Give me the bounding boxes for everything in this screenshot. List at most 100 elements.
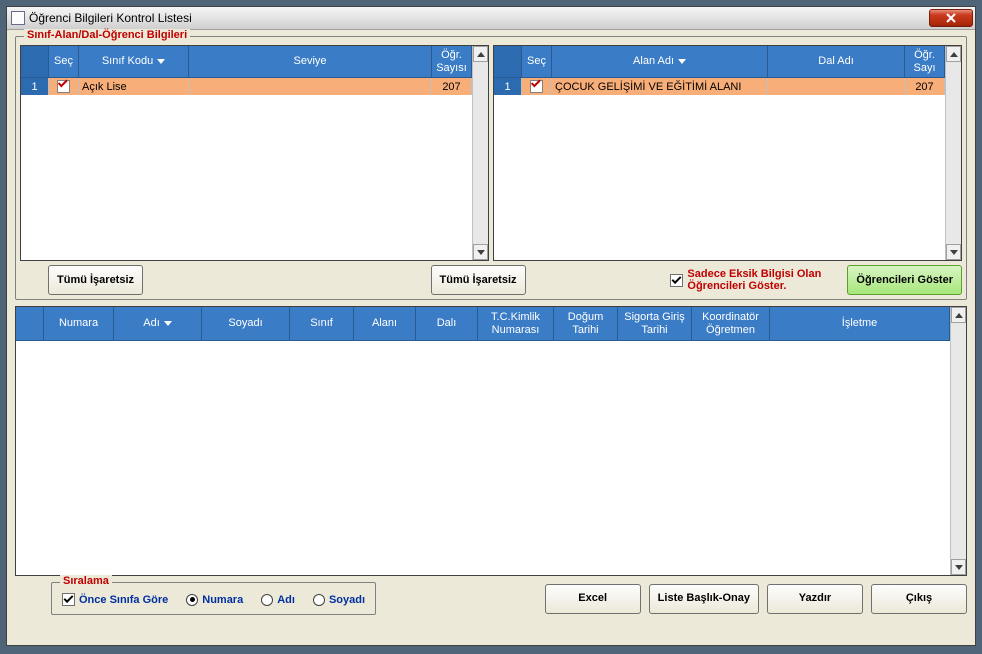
cell-sinif-kodu: Açık Lise xyxy=(79,78,189,95)
sort-soyadi-label: Soyadı xyxy=(329,594,365,606)
cell-rownum: 1 xyxy=(494,78,522,95)
col-koordinator[interactable]: Koordinatör Öğretmen xyxy=(692,307,770,341)
col-numara[interactable]: Numara xyxy=(44,307,114,341)
cell-sec[interactable] xyxy=(522,78,552,95)
scroll-track[interactable] xyxy=(951,323,966,559)
sinif-grid-body: 1 Açık Lise 207 xyxy=(21,78,472,260)
scrollbar[interactable] xyxy=(945,46,961,260)
alan-grid-body: 1 ÇOCUK GELİŞİMİ VE EĞİTİMİ ALANI 207 xyxy=(494,78,945,260)
radio-icon xyxy=(313,594,325,606)
check-icon xyxy=(57,80,70,93)
tumu-isaretsiz-right-button[interactable]: Tümü İşaretsiz xyxy=(431,265,526,295)
cell-alan: ÇOCUK GELİŞİMİ VE EĞİTİMİ ALANI xyxy=(552,78,768,95)
tumu-isaretsiz-left-button[interactable]: Tümü İşaretsiz xyxy=(48,265,143,295)
col-dogum-tarihi[interactable]: Doğum Tarihi xyxy=(554,307,618,341)
sort-numara-label: Numara xyxy=(202,594,243,606)
window-title: Öğrenci Bilgileri Kontrol Listesi xyxy=(29,11,929,25)
col-sinif[interactable]: Sınıf xyxy=(290,307,354,341)
col-tc-kimlik[interactable]: T.C.Kimlik Numarası xyxy=(478,307,554,341)
col-seviye[interactable]: Seviye xyxy=(189,46,432,78)
sort-indicator-icon xyxy=(678,59,686,64)
scroll-up-button[interactable] xyxy=(951,307,966,323)
chevron-down-icon xyxy=(955,565,963,570)
sort-numara-radio[interactable]: Numara xyxy=(186,594,243,606)
student-grid[interactable]: Numara Adı Soyadı Sınıf Alanı Dalı T.C.K… xyxy=(15,306,967,576)
scroll-track[interactable] xyxy=(946,62,961,244)
sort-group: Sıralama Önce Sınıfa Göre Numara Adı Soy… xyxy=(51,582,376,615)
window-body: Sınıf-Alan/Dal-Öğrenci Bilgileri Seç Sın… xyxy=(7,30,975,645)
sinif-grid-header: Seç Sınıf Kodu Seviye Öğr. Sayısı xyxy=(21,46,472,78)
col-sec[interactable]: Seç xyxy=(522,46,552,78)
scroll-track[interactable] xyxy=(473,62,488,244)
table-row[interactable]: 1 ÇOCUK GELİŞİMİ VE EĞİTİMİ ALANI 207 xyxy=(494,78,945,95)
filter-missing-checkbox[interactable]: Sadece Eksik Bilgisi Olan Öğrencileri Gö… xyxy=(670,268,847,292)
cell-sayi: 207 xyxy=(432,78,472,95)
col-alani[interactable]: Alanı xyxy=(354,307,416,341)
checkbox-icon xyxy=(62,593,75,606)
sort-indicator-icon xyxy=(157,59,165,64)
col-ogr-sayi[interactable]: Öğr. Sayı xyxy=(905,46,945,78)
col-sigorta-tarihi[interactable]: Sigorta Giriş Tarihi xyxy=(618,307,692,341)
app-window: Öğrenci Bilgileri Kontrol Listesi Sınıf-… xyxy=(6,6,976,646)
alan-grid-header: Seç Alan Adı Dal Adı Öğr. Sayı xyxy=(494,46,945,78)
check-icon xyxy=(530,80,543,93)
col-ogr-sayisi[interactable]: Öğr. Sayısı xyxy=(432,46,472,78)
scroll-down-button[interactable] xyxy=(473,244,488,260)
cell-sec[interactable] xyxy=(49,78,79,95)
alan-grid[interactable]: Seç Alan Adı Dal Adı Öğr. Sayı 1 ÇOCUK G… xyxy=(493,45,962,261)
sinif-grid[interactable]: Seç Sınıf Kodu Seviye Öğr. Sayısı 1 Açık… xyxy=(20,45,489,261)
col-sinif-kodu[interactable]: Sınıf Kodu xyxy=(79,46,189,78)
sort-soyadi-radio[interactable]: Soyadı xyxy=(313,594,365,606)
once-sinifa-checkbox[interactable]: Önce Sınıfa Göre xyxy=(62,593,168,606)
chevron-down-icon xyxy=(477,250,485,255)
ogrencileri-goster-button[interactable]: Öğrencileri Göster xyxy=(847,265,962,295)
student-grid-header: Numara Adı Soyadı Sınıf Alanı Dalı T.C.K… xyxy=(16,307,950,341)
chevron-up-icon xyxy=(950,52,958,57)
col-isletme[interactable]: İşletme xyxy=(770,307,950,341)
sort-adi-radio[interactable]: Adı xyxy=(261,594,295,606)
app-icon xyxy=(11,11,25,25)
sort-adi-label: Adı xyxy=(277,594,295,606)
filter-missing-label: Sadece Eksik Bilgisi Olan Öğrencileri Gö… xyxy=(687,268,847,292)
scroll-up-button[interactable] xyxy=(946,46,961,62)
titlebar[interactable]: Öğrenci Bilgileri Kontrol Listesi xyxy=(7,7,975,30)
top-group-label: Sınıf-Alan/Dal-Öğrenci Bilgileri xyxy=(24,29,190,41)
scroll-down-button[interactable] xyxy=(951,559,966,575)
cell-sayi: 207 xyxy=(905,78,945,95)
cell-seviye xyxy=(189,78,432,95)
radio-icon xyxy=(186,594,198,606)
top-group: Sınıf-Alan/Dal-Öğrenci Bilgileri Seç Sın… xyxy=(15,36,967,300)
cell-dal xyxy=(768,78,905,95)
col-adi[interactable]: Adı xyxy=(114,307,202,341)
bottom-bar: Sıralama Önce Sınıfa Göre Numara Adı Soy… xyxy=(15,582,967,615)
col-dal-adi[interactable]: Dal Adı xyxy=(768,46,905,78)
col-rownum[interactable] xyxy=(494,46,522,78)
sort-indicator-icon xyxy=(164,321,172,326)
sort-group-label: Sıralama xyxy=(60,575,112,587)
close-icon xyxy=(945,13,957,23)
col-alan-adi[interactable]: Alan Adı xyxy=(552,46,768,78)
once-sinifa-label: Önce Sınıfa Göre xyxy=(79,594,168,606)
table-row[interactable]: 1 Açık Lise 207 xyxy=(21,78,472,95)
chevron-down-icon xyxy=(950,250,958,255)
yazdir-button[interactable]: Yazdır xyxy=(767,584,863,614)
chevron-up-icon xyxy=(955,313,963,318)
cell-rownum: 1 xyxy=(21,78,49,95)
student-grid-body xyxy=(16,341,950,575)
scrollbar[interactable] xyxy=(472,46,488,260)
liste-baslik-onay-button[interactable]: Liste Başlık-Onay xyxy=(649,584,759,614)
scroll-up-button[interactable] xyxy=(473,46,488,62)
scroll-down-button[interactable] xyxy=(946,244,961,260)
close-button[interactable] xyxy=(929,9,973,27)
chevron-up-icon xyxy=(477,52,485,57)
col-soyadi[interactable]: Soyadı xyxy=(202,307,290,341)
cikis-button[interactable]: Çıkış xyxy=(871,584,967,614)
col-sec[interactable]: Seç xyxy=(49,46,79,78)
excel-button[interactable]: Excel xyxy=(545,584,641,614)
col-rownum[interactable] xyxy=(16,307,44,341)
checkbox-icon xyxy=(670,274,683,287)
col-rownum[interactable] xyxy=(21,46,49,78)
scrollbar[interactable] xyxy=(950,307,966,575)
radio-icon xyxy=(261,594,273,606)
col-dali[interactable]: Dalı xyxy=(416,307,478,341)
